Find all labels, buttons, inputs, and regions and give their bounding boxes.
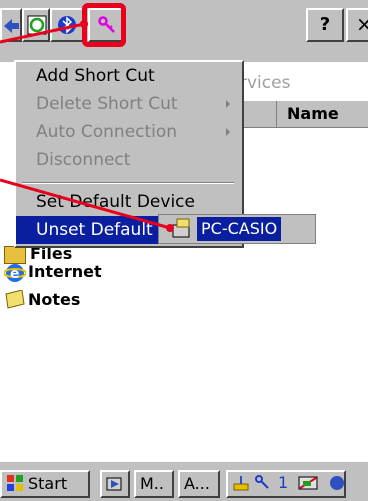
system-tray: 1 xyxy=(226,470,346,498)
tray-digit: 1 xyxy=(278,473,289,492)
key-tray-icon[interactable] xyxy=(254,474,272,492)
callout-dot-submenu xyxy=(166,224,174,232)
start-label: Start xyxy=(28,474,68,493)
callout-line-submenu xyxy=(0,178,171,230)
keyboard-icon[interactable] xyxy=(328,474,346,492)
taskbar-app-a[interactable]: A... xyxy=(178,470,220,498)
callout-line-key xyxy=(0,22,85,44)
callout-dot-key xyxy=(80,20,88,28)
bluetooth-manager-icon xyxy=(106,477,122,491)
battery-icon[interactable] xyxy=(298,474,320,492)
windows-flag-icon xyxy=(7,475,23,491)
annotation-lines xyxy=(0,20,174,232)
start-button[interactable]: Start xyxy=(0,470,90,498)
taskbar: Start M.. A... 1 xyxy=(0,460,368,501)
taskbar-app-bluetooth[interactable] xyxy=(100,470,130,498)
taskbar-app-m[interactable]: M.. xyxy=(134,470,174,498)
network-icon[interactable] xyxy=(232,474,250,492)
